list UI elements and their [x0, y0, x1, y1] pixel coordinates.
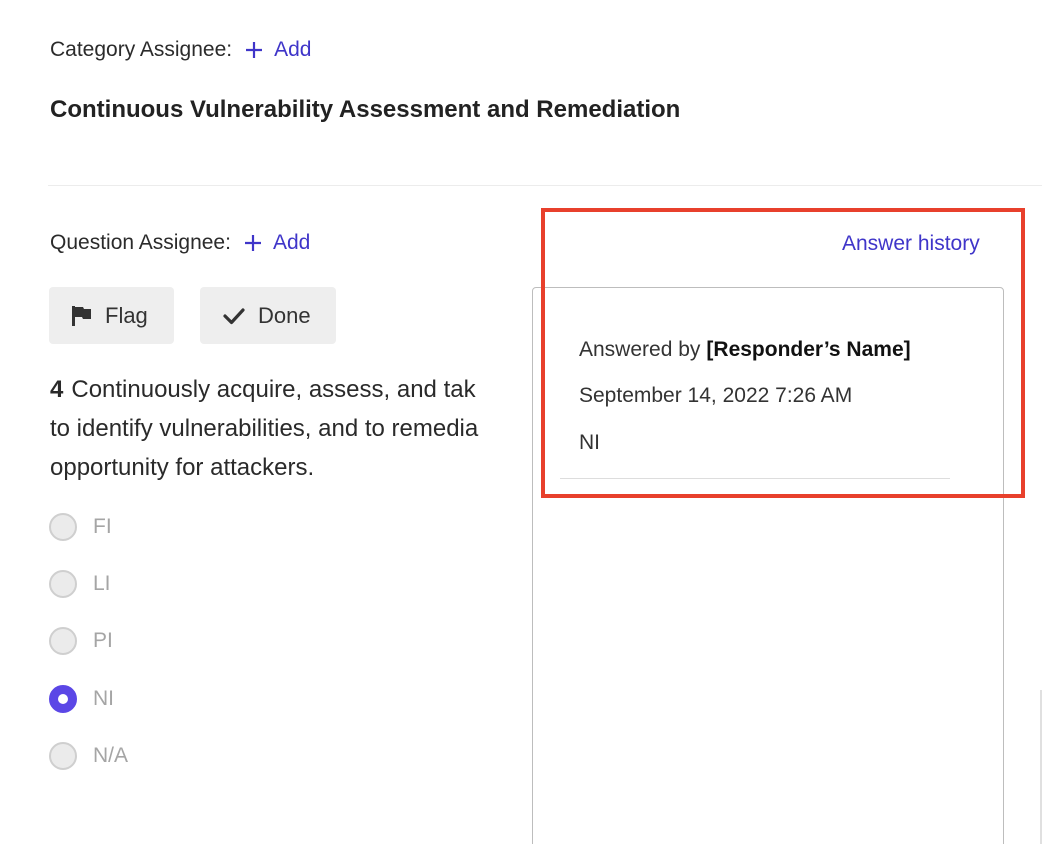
option-na[interactable]: N/A	[49, 742, 128, 770]
question-add-label: Add	[272, 231, 311, 254]
radio-button-selected[interactable]	[49, 685, 77, 713]
radio-button[interactable]	[49, 513, 77, 541]
option-label: LI	[93, 572, 111, 595]
plus-icon	[246, 42, 263, 58]
question-line-1: 4 Continuously acquire, assess, and tak	[50, 376, 476, 403]
option-fi[interactable]: FI	[49, 513, 112, 541]
question-assignee-label: Question Assignee:	[50, 231, 231, 254]
radio-button[interactable]	[49, 742, 77, 770]
done-button[interactable]: Done	[200, 287, 336, 344]
plus-icon	[244, 235, 261, 251]
question-line-3: opportunity for attackers.	[50, 454, 315, 481]
responder-name: [Responder’s Name]	[706, 338, 911, 361]
option-pi[interactable]: PI	[49, 627, 113, 655]
option-label: N/A	[93, 744, 129, 767]
option-label: NI	[93, 687, 114, 710]
radio-button[interactable]	[49, 627, 77, 655]
history-entry-divider	[560, 478, 950, 479]
question-number: 4	[50, 376, 64, 403]
question-assignee-row: Question Assignee: Add	[50, 231, 310, 255]
question-line-2: to identify vulnerabilities, and to reme…	[50, 415, 479, 442]
checkmark-icon	[223, 307, 245, 324]
done-label: Done	[258, 302, 311, 328]
section-divider	[48, 185, 1042, 186]
history-entry-date: September 14, 2022 7:26 AM	[579, 384, 853, 407]
history-entry-answered-by: Answered by [Responder’s Name]	[579, 338, 911, 362]
page: Category Assignee: Add Continuous Vulner…	[0, 0, 1042, 844]
history-entry-value: NI	[579, 431, 600, 454]
flag-button[interactable]: Flag	[49, 287, 174, 344]
question-text: 4 Continuously acquire, assess, and tak t…	[50, 370, 530, 487]
flag-label: Flag	[105, 302, 148, 328]
option-label: PI	[93, 629, 113, 652]
answer-history-panel: Answered by [Responder’s Name] September …	[532, 287, 1004, 844]
answered-by-label: Answered by	[579, 338, 701, 361]
option-label: FI	[93, 515, 112, 538]
category-add-assignee-button[interactable]: Add	[244, 38, 311, 62]
question-add-assignee-button[interactable]: Add	[243, 231, 310, 255]
option-li[interactable]: LI	[49, 570, 111, 598]
radio-button[interactable]	[49, 570, 77, 598]
category-title: Continuous Vulnerability Assessment and …	[50, 96, 681, 123]
category-add-label: Add	[274, 38, 312, 61]
option-ni[interactable]: NI	[49, 685, 114, 713]
flag-icon	[72, 305, 91, 326]
category-assignee-label: Category Assignee:	[50, 38, 233, 61]
answer-history-link[interactable]: Answer history	[842, 232, 980, 256]
category-assignee-row: Category Assignee: Add	[50, 38, 311, 62]
